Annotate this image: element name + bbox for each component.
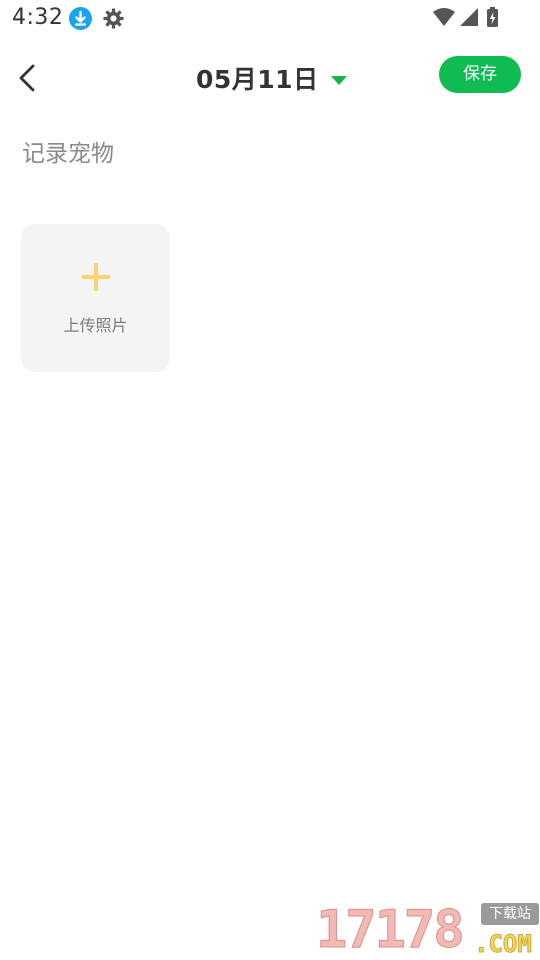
watermark-domain: .COM	[474, 930, 533, 959]
upload-photo-button[interactable]: 上传照片	[21, 224, 170, 372]
status-time: 4:32	[12, 5, 64, 30]
gear-icon	[102, 7, 125, 30]
save-button[interactable]: 保存	[439, 56, 521, 93]
plus-icon	[82, 263, 110, 291]
caret-down-icon	[330, 75, 347, 85]
date-picker[interactable]: 05月11日	[196, 58, 347, 98]
wifi-icon	[433, 8, 455, 26]
upload-photo-label: 上传照片	[63, 316, 128, 335]
watermark-digits: 17178	[316, 900, 466, 960]
back-button[interactable]	[10, 60, 46, 96]
chevron-left-icon	[19, 64, 35, 92]
status-bar: 4:32	[0, 0, 540, 38]
header-bar: 05月11日 保存	[0, 40, 540, 116]
watermark-badge: 下载站	[481, 903, 539, 925]
download-icon	[69, 7, 92, 30]
signal-icon	[460, 8, 478, 26]
watermark-logo: 17178 下载站 .COM	[316, 900, 540, 960]
status-icons-group	[433, 7, 498, 27]
record-pet-input[interactable]	[22, 134, 518, 174]
date-label: 05月11日	[196, 65, 319, 94]
battery-charging-icon	[487, 7, 498, 27]
